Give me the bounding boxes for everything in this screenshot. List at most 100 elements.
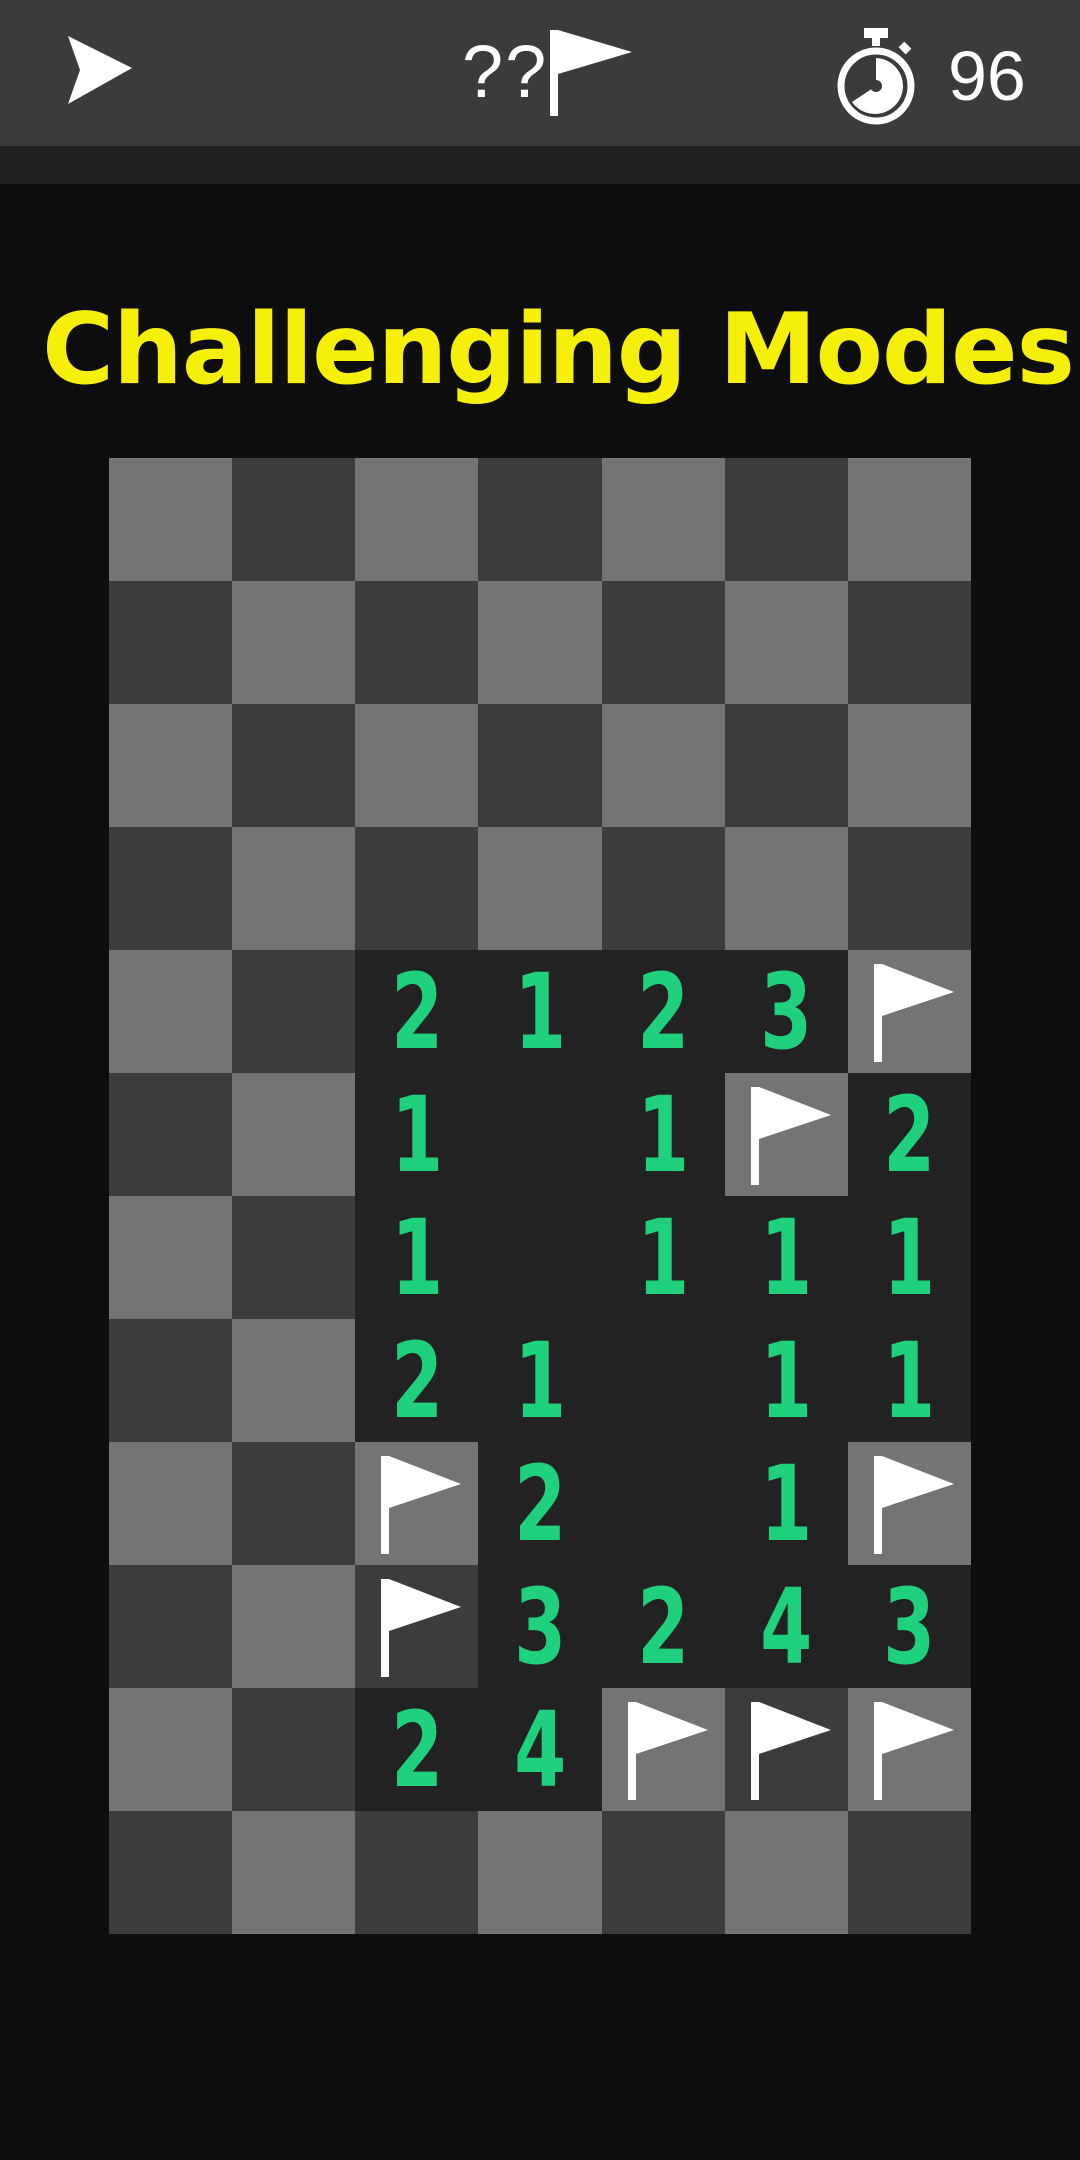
play-button[interactable] <box>60 30 140 110</box>
board-cell-hidden[interactable] <box>109 1688 233 1811</box>
flag-icon <box>381 1456 462 1554</box>
cell-number: 1 <box>760 1319 813 1442</box>
board-cell-hidden[interactable] <box>109 1442 233 1565</box>
board-cell-hidden[interactable] <box>724 581 848 704</box>
board-cell-open[interactable]: 2 <box>355 950 479 1073</box>
board-cell-open[interactable] <box>601 1442 725 1565</box>
board-cell-hidden[interactable] <box>109 458 233 581</box>
sub-bar <box>0 146 1080 184</box>
board-cell-hidden[interactable] <box>232 458 356 581</box>
board-cell-hidden[interactable] <box>232 1442 356 1565</box>
board-cell-open[interactable] <box>478 1073 602 1196</box>
board-cell-hidden[interactable] <box>355 581 479 704</box>
board-cell-open[interactable]: 1 <box>601 1196 725 1319</box>
board-cell-hidden[interactable] <box>109 1073 233 1196</box>
board-cell-hidden[interactable] <box>478 458 602 581</box>
board-cell-hidden[interactable] <box>232 1688 356 1811</box>
board-cell-hidden[interactable] <box>232 950 356 1073</box>
board-cell-flagged[interactable] <box>724 1073 848 1196</box>
board-cell-open[interactable]: 1 <box>355 1073 479 1196</box>
board-cell-hidden[interactable] <box>109 1811 233 1934</box>
board-cell-open[interactable]: 2 <box>478 1442 602 1565</box>
board-cell-flagged[interactable] <box>355 1442 479 1565</box>
board-cell-hidden[interactable] <box>847 458 971 581</box>
board-cell-open[interactable]: 1 <box>724 1196 848 1319</box>
board-cell-hidden[interactable] <box>109 950 233 1073</box>
board-cell-hidden[interactable] <box>478 581 602 704</box>
board-cell-open[interactable]: 1 <box>724 1442 848 1565</box>
board-cell-hidden[interactable] <box>232 1196 356 1319</box>
board-cell-hidden[interactable] <box>724 704 848 827</box>
board-cell-open[interactable]: 4 <box>478 1688 602 1811</box>
board-cell-open[interactable]: 1 <box>601 1073 725 1196</box>
board-cell-hidden[interactable] <box>478 704 602 827</box>
board-cell-open[interactable]: 2 <box>601 950 725 1073</box>
board-cell-hidden[interactable] <box>232 1565 356 1688</box>
board-cell-hidden[interactable] <box>109 1196 233 1319</box>
flag-count: ?? <box>462 30 549 113</box>
board-cell-open[interactable]: 1 <box>847 1319 971 1442</box>
board-cell-hidden[interactable] <box>724 827 848 950</box>
board-cell-hidden[interactable] <box>232 1811 356 1934</box>
board-cell-hidden[interactable] <box>355 704 479 827</box>
board-cell-hidden[interactable] <box>232 827 356 950</box>
board-cell-hidden[interactable] <box>109 827 233 950</box>
board-cell-hidden[interactable] <box>355 1811 479 1934</box>
board-cell-hidden[interactable] <box>724 1811 848 1934</box>
board-cell-hidden[interactable] <box>847 581 971 704</box>
board-cell-flagged[interactable] <box>355 1565 479 1688</box>
board-cell-hidden[interactable] <box>478 827 602 950</box>
board-cell-open[interactable]: 2 <box>847 1073 971 1196</box>
board-cell-flagged[interactable] <box>724 1688 848 1811</box>
board-cell-hidden[interactable] <box>109 1319 233 1442</box>
stopwatch-icon <box>837 28 915 125</box>
board-cell-hidden[interactable] <box>355 827 479 950</box>
board-cell-hidden[interactable] <box>847 1811 971 1934</box>
board-cell-flagged[interactable] <box>847 950 971 1073</box>
board-cell-hidden[interactable] <box>109 704 233 827</box>
board-cell-flagged[interactable] <box>847 1688 971 1811</box>
board-cell-open[interactable]: 1 <box>355 1196 479 1319</box>
board-cell-open[interactable] <box>478 1196 602 1319</box>
board-cell-hidden[interactable] <box>601 458 725 581</box>
board-cell-hidden[interactable] <box>601 827 725 950</box>
board-cell-open[interactable] <box>601 1319 725 1442</box>
board-cell-open[interactable]: 2 <box>355 1688 479 1811</box>
board-cell-hidden[interactable] <box>478 1811 602 1934</box>
board-cell-hidden[interactable] <box>232 1073 356 1196</box>
cell-number: 2 <box>637 1565 690 1688</box>
minesweeper-board: 21231121111211121324324 <box>109 458 971 1934</box>
board-cell-hidden[interactable] <box>847 704 971 827</box>
board-cell-hidden[interactable] <box>847 827 971 950</box>
board-cell-open[interactable]: 2 <box>355 1319 479 1442</box>
board-cell-hidden[interactable] <box>724 458 848 581</box>
board-cell-hidden[interactable] <box>232 581 356 704</box>
flag-icon <box>750 1702 831 1800</box>
board-cell-open[interactable]: 1 <box>478 1319 602 1442</box>
board-cell-open[interactable]: 1 <box>478 950 602 1073</box>
timer-value: 96 <box>948 37 1026 115</box>
board-cell-open[interactable]: 1 <box>724 1319 848 1442</box>
board-cell-hidden[interactable] <box>232 1319 356 1442</box>
board-cell-hidden[interactable] <box>601 1811 725 1934</box>
board-cell-open[interactable]: 3 <box>724 950 848 1073</box>
board-cell-open[interactable]: 4 <box>724 1565 848 1688</box>
page-title: Challenging Modes <box>42 293 1075 407</box>
board-cell-hidden[interactable] <box>109 581 233 704</box>
board-cell-flagged[interactable] <box>601 1688 725 1811</box>
cell-number: 2 <box>390 1319 443 1442</box>
board-cell-open[interactable]: 2 <box>601 1565 725 1688</box>
cell-number: 1 <box>513 1319 567 1442</box>
board-cell-hidden[interactable] <box>355 458 479 581</box>
board-cell-open[interactable]: 3 <box>847 1565 971 1688</box>
cell-number: 1 <box>390 1196 443 1319</box>
board-cell-open[interactable]: 1 <box>847 1196 971 1319</box>
board-cell-hidden[interactable] <box>232 704 356 827</box>
board-cell-flagged[interactable] <box>847 1442 971 1565</box>
board-cell-hidden[interactable] <box>109 1565 233 1688</box>
board-cell-open[interactable]: 3 <box>478 1565 602 1688</box>
flag-icon <box>873 1456 954 1554</box>
flag-icon <box>873 1702 954 1800</box>
board-cell-hidden[interactable] <box>601 704 725 827</box>
board-cell-hidden[interactable] <box>601 581 725 704</box>
